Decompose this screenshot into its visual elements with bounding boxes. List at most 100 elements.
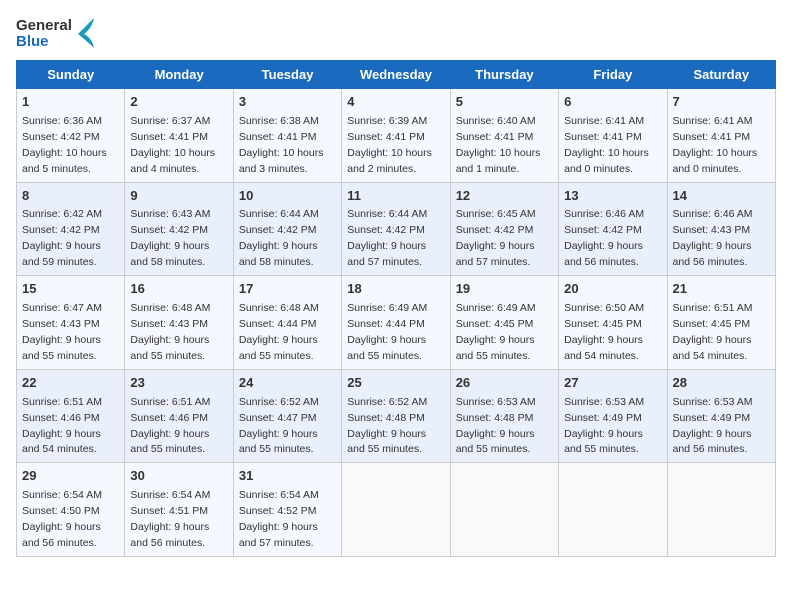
day-detail: Sunrise: 6:49 AMSunset: 4:44 PMDaylight:… xyxy=(347,302,427,362)
weekday-header: Wednesday xyxy=(342,61,450,89)
logo: General Blue xyxy=(16,16,96,52)
calendar-day-cell: 29 Sunrise: 6:54 AMSunset: 4:50 PMDaylig… xyxy=(17,463,125,557)
day-number: 13 xyxy=(564,187,661,206)
calendar-day-cell: 28 Sunrise: 6:53 AMSunset: 4:49 PMDaylig… xyxy=(667,369,775,463)
day-detail: Sunrise: 6:38 AMSunset: 4:41 PMDaylight:… xyxy=(239,115,324,175)
weekday-header: Friday xyxy=(559,61,667,89)
day-number: 19 xyxy=(456,280,553,299)
calendar-table: SundayMondayTuesdayWednesdayThursdayFrid… xyxy=(16,60,776,557)
calendar-day-cell: 31 Sunrise: 6:54 AMSunset: 4:52 PMDaylig… xyxy=(233,463,341,557)
day-number: 28 xyxy=(673,374,770,393)
day-number: 2 xyxy=(130,93,227,112)
day-number: 3 xyxy=(239,93,336,112)
day-number: 7 xyxy=(673,93,770,112)
day-number: 29 xyxy=(22,467,119,486)
day-detail: Sunrise: 6:48 AMSunset: 4:43 PMDaylight:… xyxy=(130,302,210,362)
day-detail: Sunrise: 6:52 AMSunset: 4:48 PMDaylight:… xyxy=(347,396,427,456)
day-number: 6 xyxy=(564,93,661,112)
calendar-day-cell: 23 Sunrise: 6:51 AMSunset: 4:46 PMDaylig… xyxy=(125,369,233,463)
day-detail: Sunrise: 6:54 AMSunset: 4:51 PMDaylight:… xyxy=(130,489,210,549)
day-number: 22 xyxy=(22,374,119,393)
calendar-day-cell: 8 Sunrise: 6:42 AMSunset: 4:42 PMDayligh… xyxy=(17,182,125,276)
day-number: 5 xyxy=(456,93,553,112)
calendar-day-cell: 5 Sunrise: 6:40 AMSunset: 4:41 PMDayligh… xyxy=(450,89,558,183)
day-number: 17 xyxy=(239,280,336,299)
logo-combined: General Blue xyxy=(16,16,96,52)
logo-general-text: General xyxy=(16,18,72,35)
logo-swoosh-icon xyxy=(74,16,96,52)
calendar-day-cell: 3 Sunrise: 6:38 AMSunset: 4:41 PMDayligh… xyxy=(233,89,341,183)
calendar-day-cell: 18 Sunrise: 6:49 AMSunset: 4:44 PMDaylig… xyxy=(342,276,450,370)
day-number: 18 xyxy=(347,280,444,299)
calendar-day-cell: 16 Sunrise: 6:48 AMSunset: 4:43 PMDaylig… xyxy=(125,276,233,370)
calendar-day-cell: 2 Sunrise: 6:37 AMSunset: 4:41 PMDayligh… xyxy=(125,89,233,183)
day-detail: Sunrise: 6:42 AMSunset: 4:42 PMDaylight:… xyxy=(22,208,102,268)
day-number: 4 xyxy=(347,93,444,112)
weekday-header: Monday xyxy=(125,61,233,89)
weekday-header: Tuesday xyxy=(233,61,341,89)
day-number: 21 xyxy=(673,280,770,299)
day-detail: Sunrise: 6:36 AMSunset: 4:42 PMDaylight:… xyxy=(22,115,107,175)
weekday-header: Saturday xyxy=(667,61,775,89)
calendar-day-cell: 12 Sunrise: 6:45 AMSunset: 4:42 PMDaylig… xyxy=(450,182,558,276)
calendar-week-row: 8 Sunrise: 6:42 AMSunset: 4:42 PMDayligh… xyxy=(17,182,776,276)
calendar-day-cell: 24 Sunrise: 6:52 AMSunset: 4:47 PMDaylig… xyxy=(233,369,341,463)
calendar-day-cell: 26 Sunrise: 6:53 AMSunset: 4:48 PMDaylig… xyxy=(450,369,558,463)
day-detail: Sunrise: 6:39 AMSunset: 4:41 PMDaylight:… xyxy=(347,115,432,175)
calendar-day-cell: 4 Sunrise: 6:39 AMSunset: 4:41 PMDayligh… xyxy=(342,89,450,183)
calendar-day-cell xyxy=(450,463,558,557)
day-detail: Sunrise: 6:54 AMSunset: 4:50 PMDaylight:… xyxy=(22,489,102,549)
day-number: 31 xyxy=(239,467,336,486)
day-number: 10 xyxy=(239,187,336,206)
calendar-day-cell: 21 Sunrise: 6:51 AMSunset: 4:45 PMDaylig… xyxy=(667,276,775,370)
day-number: 25 xyxy=(347,374,444,393)
day-detail: Sunrise: 6:41 AMSunset: 4:41 PMDaylight:… xyxy=(564,115,649,175)
calendar-day-cell: 22 Sunrise: 6:51 AMSunset: 4:46 PMDaylig… xyxy=(17,369,125,463)
day-detail: Sunrise: 6:49 AMSunset: 4:45 PMDaylight:… xyxy=(456,302,536,362)
header: General Blue xyxy=(16,16,776,52)
day-detail: Sunrise: 6:45 AMSunset: 4:42 PMDaylight:… xyxy=(456,208,536,268)
calendar-week-row: 22 Sunrise: 6:51 AMSunset: 4:46 PMDaylig… xyxy=(17,369,776,463)
day-detail: Sunrise: 6:37 AMSunset: 4:41 PMDaylight:… xyxy=(130,115,215,175)
day-number: 14 xyxy=(673,187,770,206)
calendar-day-cell: 13 Sunrise: 6:46 AMSunset: 4:42 PMDaylig… xyxy=(559,182,667,276)
day-number: 9 xyxy=(130,187,227,206)
day-detail: Sunrise: 6:41 AMSunset: 4:41 PMDaylight:… xyxy=(673,115,758,175)
day-number: 23 xyxy=(130,374,227,393)
calendar-day-cell: 11 Sunrise: 6:44 AMSunset: 4:42 PMDaylig… xyxy=(342,182,450,276)
calendar-day-cell: 6 Sunrise: 6:41 AMSunset: 4:41 PMDayligh… xyxy=(559,89,667,183)
day-number: 24 xyxy=(239,374,336,393)
calendar-day-cell: 25 Sunrise: 6:52 AMSunset: 4:48 PMDaylig… xyxy=(342,369,450,463)
day-number: 8 xyxy=(22,187,119,206)
day-detail: Sunrise: 6:46 AMSunset: 4:42 PMDaylight:… xyxy=(564,208,644,268)
calendar-day-cell: 20 Sunrise: 6:50 AMSunset: 4:45 PMDaylig… xyxy=(559,276,667,370)
day-number: 16 xyxy=(130,280,227,299)
day-detail: Sunrise: 6:48 AMSunset: 4:44 PMDaylight:… xyxy=(239,302,319,362)
calendar-day-cell: 17 Sunrise: 6:48 AMSunset: 4:44 PMDaylig… xyxy=(233,276,341,370)
day-detail: Sunrise: 6:53 AMSunset: 4:49 PMDaylight:… xyxy=(673,396,753,456)
day-detail: Sunrise: 6:43 AMSunset: 4:42 PMDaylight:… xyxy=(130,208,210,268)
day-detail: Sunrise: 6:44 AMSunset: 4:42 PMDaylight:… xyxy=(239,208,319,268)
day-number: 20 xyxy=(564,280,661,299)
logo-blue-text: Blue xyxy=(16,34,72,51)
day-number: 27 xyxy=(564,374,661,393)
day-detail: Sunrise: 6:40 AMSunset: 4:41 PMDaylight:… xyxy=(456,115,541,175)
day-detail: Sunrise: 6:51 AMSunset: 4:45 PMDaylight:… xyxy=(673,302,753,362)
calendar-day-cell xyxy=(667,463,775,557)
day-detail: Sunrise: 6:54 AMSunset: 4:52 PMDaylight:… xyxy=(239,489,319,549)
day-number: 26 xyxy=(456,374,553,393)
day-detail: Sunrise: 6:51 AMSunset: 4:46 PMDaylight:… xyxy=(130,396,210,456)
day-number: 12 xyxy=(456,187,553,206)
calendar-week-row: 1 Sunrise: 6:36 AMSunset: 4:42 PMDayligh… xyxy=(17,89,776,183)
day-number: 15 xyxy=(22,280,119,299)
calendar-day-cell: 15 Sunrise: 6:47 AMSunset: 4:43 PMDaylig… xyxy=(17,276,125,370)
day-detail: Sunrise: 6:46 AMSunset: 4:43 PMDaylight:… xyxy=(673,208,753,268)
day-detail: Sunrise: 6:53 AMSunset: 4:48 PMDaylight:… xyxy=(456,396,536,456)
weekday-header: Sunday xyxy=(17,61,125,89)
day-number: 30 xyxy=(130,467,227,486)
calendar-day-cell: 1 Sunrise: 6:36 AMSunset: 4:42 PMDayligh… xyxy=(17,89,125,183)
calendar-day-cell: 27 Sunrise: 6:53 AMSunset: 4:49 PMDaylig… xyxy=(559,369,667,463)
day-detail: Sunrise: 6:44 AMSunset: 4:42 PMDaylight:… xyxy=(347,208,427,268)
day-detail: Sunrise: 6:47 AMSunset: 4:43 PMDaylight:… xyxy=(22,302,102,362)
day-detail: Sunrise: 6:51 AMSunset: 4:46 PMDaylight:… xyxy=(22,396,102,456)
